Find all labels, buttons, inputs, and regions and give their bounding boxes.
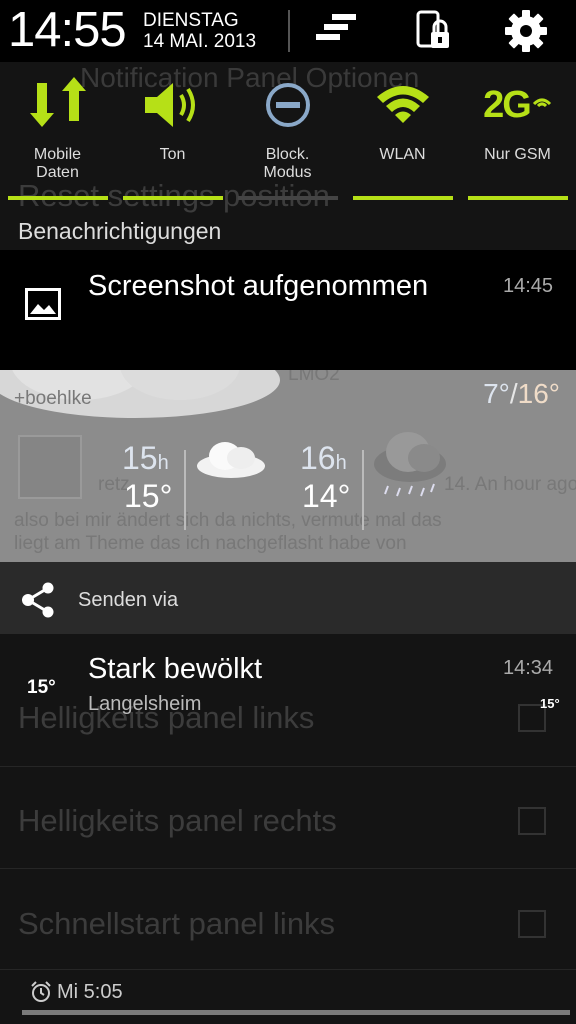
background-checkbox bbox=[518, 910, 546, 938]
background-checkbox bbox=[518, 807, 546, 835]
header-divider bbox=[288, 10, 290, 52]
toggle-label: WLAN bbox=[379, 146, 426, 163]
divider bbox=[0, 766, 576, 767]
rain-cloud-icon bbox=[372, 430, 448, 502]
toggle-label: Ton bbox=[159, 146, 186, 163]
toggle-active-indicator bbox=[123, 196, 223, 200]
date: 14 MAI. 2013 bbox=[143, 31, 257, 52]
toggle-active-indicator bbox=[353, 196, 453, 200]
notifications-header: Benachrichtigungen bbox=[18, 218, 222, 244]
forecast-hour-value: 16 bbox=[300, 440, 336, 476]
forecast-hour-unit: h bbox=[335, 452, 347, 474]
notification-title: Screenshot aufgenommen bbox=[88, 270, 429, 302]
toggle-label: Nur GSM bbox=[484, 146, 551, 163]
2g-network-icon: 2G bbox=[460, 70, 575, 140]
panel-drag-handle[interactable] bbox=[22, 1010, 570, 1015]
avatar bbox=[18, 435, 82, 499]
temp-high: 16° bbox=[517, 378, 560, 409]
underlying-text: LMO2 bbox=[288, 370, 340, 385]
forecast-temp: 15° bbox=[124, 478, 173, 514]
image-icon bbox=[25, 288, 61, 320]
background-row-brightness-right: Helligkeits panel rechts bbox=[18, 803, 337, 838]
divider bbox=[0, 969, 576, 970]
toggle-label: Block. Modus bbox=[263, 146, 312, 181]
screenshot-notification[interactable] bbox=[0, 250, 576, 370]
rotation-lock-icon[interactable] bbox=[414, 10, 452, 52]
forecast-separator bbox=[362, 450, 364, 530]
toggle-active-indicator bbox=[8, 196, 108, 200]
toggle-gsm-only[interactable]: 2G Nur GSM bbox=[460, 62, 575, 202]
toggle-active-indicator bbox=[468, 196, 568, 200]
weather-notification[interactable] bbox=[0, 634, 576, 734]
forecast-hour-value: 15 bbox=[122, 440, 158, 476]
toggle-label: Mobile Daten bbox=[0, 146, 115, 182]
underlying-text: 14. An hour ago bbox=[444, 474, 576, 495]
cloud-icon bbox=[195, 436, 267, 480]
temp-low: 7° bbox=[483, 378, 510, 409]
alarm-clock-icon bbox=[30, 981, 52, 1003]
block-mode-icon bbox=[230, 70, 345, 140]
forecast-hour: 15h bbox=[122, 440, 169, 477]
mobile-data-icon bbox=[0, 70, 115, 140]
toggle-mobile-data[interactable]: Mobile Daten bbox=[0, 62, 115, 202]
notification-title: Stark bewölkt bbox=[88, 653, 263, 685]
clock: 14:55 bbox=[8, 3, 127, 57]
toggle-sound[interactable]: Ton bbox=[115, 62, 230, 202]
underlying-text: +boehlke bbox=[14, 388, 92, 409]
weather-temp-badge: 15° bbox=[27, 677, 56, 698]
settings-gear-icon[interactable] bbox=[504, 9, 548, 53]
notification-time: 14:45 bbox=[503, 275, 554, 297]
notification-subtitle: Langelsheim bbox=[88, 693, 202, 715]
alarm-time: Mi 5:05 bbox=[57, 981, 123, 1003]
share-icon bbox=[20, 582, 56, 618]
forecast-hour-unit: h bbox=[157, 452, 169, 474]
forecast-separator bbox=[184, 450, 186, 530]
speaker-icon bbox=[115, 70, 230, 140]
underlying-text: also bei mir ändert sich da nichts, verm… bbox=[14, 510, 442, 531]
toggle-inactive-indicator bbox=[238, 196, 338, 200]
wifi-icon bbox=[345, 70, 460, 140]
weather-small-temp: 15° bbox=[540, 696, 560, 711]
weekday: DIENSTAG bbox=[143, 10, 239, 31]
toggle-wlan[interactable]: WLAN bbox=[345, 62, 460, 202]
weather-widget[interactable]: +boehlke LMO2 retz 14. An hour ago also … bbox=[0, 370, 576, 562]
clear-all-icon[interactable] bbox=[316, 12, 358, 48]
divider bbox=[0, 868, 576, 869]
underlying-text: liegt am Theme das ich nachgeflasht habe… bbox=[14, 533, 407, 554]
toggle-block-mode[interactable]: Block. Modus bbox=[230, 62, 345, 202]
share-label: Senden via bbox=[78, 589, 179, 611]
notification-time: 14:34 bbox=[503, 657, 554, 679]
temp-separator: / bbox=[509, 378, 518, 409]
forecast-hour: 16h bbox=[300, 440, 347, 477]
2g-icon-text: 2G bbox=[483, 83, 532, 126]
forecast-temp: 14° bbox=[302, 478, 351, 514]
background-row-quickstart-left: Schnellstart panel links bbox=[18, 906, 336, 941]
toggle-label-line: Mobile Daten bbox=[33, 146, 82, 181]
temperature-range: 7°/16° bbox=[483, 378, 560, 410]
